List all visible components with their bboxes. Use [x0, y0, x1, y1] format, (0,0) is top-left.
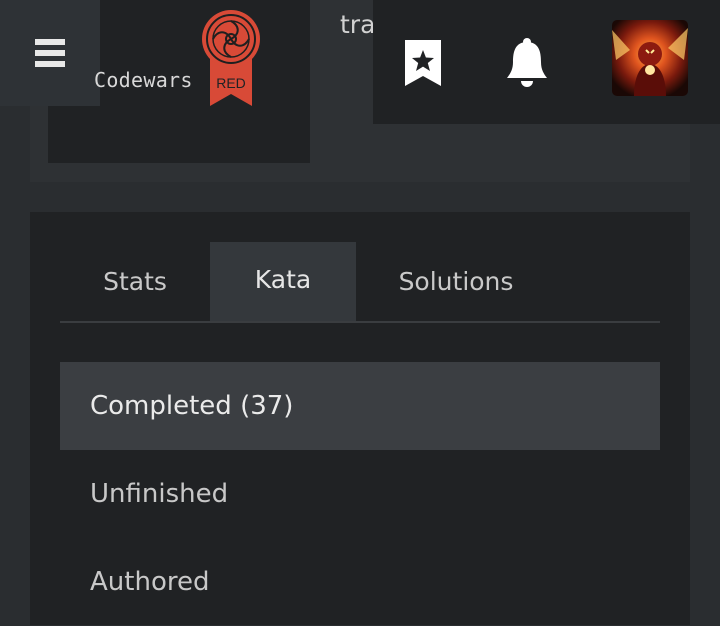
kata-filter-authored-label: Authored [90, 567, 210, 597]
hamburger-menu-icon [35, 39, 65, 67]
kata-filter-completed[interactable]: Completed (37) [60, 362, 660, 450]
menu-button[interactable] [0, 0, 100, 106]
codewars-rank-badge[interactable]: RED [200, 6, 262, 112]
tab-stats[interactable]: Stats [60, 242, 210, 321]
tab-kata-label: Kata [254, 265, 312, 294]
bookmark-star-icon [405, 40, 441, 86]
tab-solutions-label: Solutions [398, 267, 514, 296]
profile-tabs: Stats Kata Solutions [60, 242, 660, 323]
tab-stats-label: Stats [103, 267, 167, 296]
kata-filter-unfinished[interactable]: Unfinished [60, 450, 660, 538]
profile-panel: Stats Kata Solutions Completed (37) Unfi… [30, 212, 690, 625]
kata-filter-completed-label: Completed (37) [90, 391, 294, 421]
user-avatar[interactable] [612, 20, 688, 96]
rank-label: RED [216, 75, 246, 91]
notifications-button[interactable] [505, 38, 549, 92]
kata-filter-authored[interactable]: Authored [60, 538, 660, 626]
bell-icon [507, 38, 547, 87]
brand-name[interactable]: Codewars [94, 68, 193, 92]
kata-filter-unfinished-label: Unfinished [90, 479, 229, 509]
page-title-partial: tra [340, 10, 376, 39]
tab-kata[interactable]: Kata [210, 242, 356, 321]
bookmark-button[interactable] [403, 38, 443, 92]
tab-solutions[interactable]: Solutions [356, 242, 556, 321]
